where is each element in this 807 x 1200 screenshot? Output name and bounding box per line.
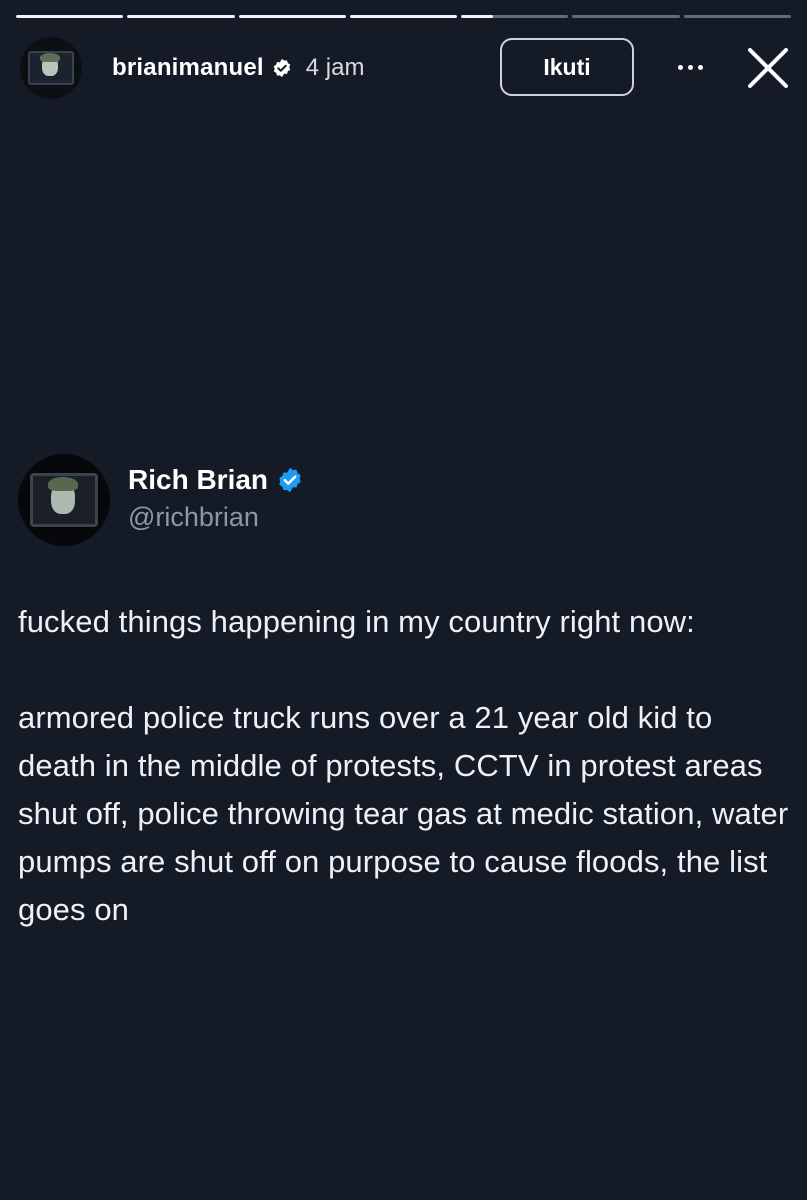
tweet-paragraph: armored police truck runs over a 21 year… [18, 700, 789, 927]
progress-segment [572, 15, 680, 18]
progress-segment [461, 15, 569, 18]
tweet-author: Rich Brian @richbrian [18, 452, 798, 548]
progress-segment [16, 15, 124, 18]
story-header: brianimanuel 4 jam Ikuti [20, 36, 790, 100]
progress-segment [238, 15, 346, 18]
tweet-handle: @richbrian [128, 501, 259, 532]
more-options-icon[interactable] [670, 50, 710, 84]
avatar-image [28, 51, 74, 85]
story-username[interactable]: brianimanuel [112, 54, 264, 82]
close-icon[interactable] [746, 46, 790, 90]
embedded-tweet[interactable]: Rich Brian @richbrian fucked things happ… [18, 452, 798, 934]
tweet-paragraph: fucked things happening in my country ri… [18, 604, 695, 639]
verified-badge-icon [276, 466, 304, 494]
verified-badge-icon [272, 58, 292, 78]
tweet-text: fucked things happening in my country ri… [18, 598, 798, 934]
progress-segment [683, 15, 791, 18]
follow-button[interactable]: Ikuti [500, 38, 634, 96]
progress-segment [349, 15, 458, 18]
avatar[interactable] [20, 37, 82, 99]
tweet-avatar [18, 454, 110, 546]
tweet-author-name: Rich Brian [128, 463, 269, 495]
story-timestamp: 4 jam [305, 54, 365, 81]
progress-segment [127, 15, 235, 18]
story-progress-bar [16, 15, 791, 18]
